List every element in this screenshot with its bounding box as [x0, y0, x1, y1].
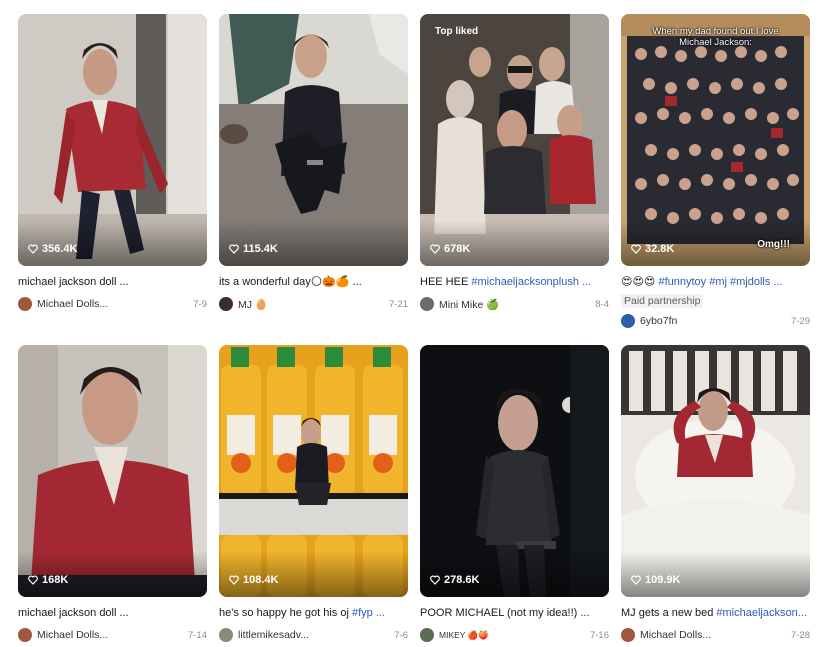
author-row[interactable]: MJ 🥚 7-21 — [219, 296, 408, 312]
video-overlay-text: Omg!!! — [757, 239, 790, 250]
avatar[interactable] — [18, 628, 32, 642]
post-date: 7-9 — [193, 298, 207, 310]
video-card[interactable]: 356.4K michael jackson doll ... Michael … — [18, 14, 207, 312]
post-date: 8-4 — [595, 298, 609, 310]
play-heart-icon — [631, 575, 641, 585]
post-date: 7-29 — [790, 315, 810, 327]
avatar[interactable] — [420, 297, 434, 311]
avatar[interactable] — [621, 628, 635, 642]
author-row[interactable]: littlemikesadv... 7-6 — [219, 627, 408, 643]
play-heart-icon — [430, 244, 440, 254]
hashtag-link[interactable]: #funnytoy #mj #mjdolls ... — [658, 276, 782, 288]
play-heart-icon — [28, 575, 38, 585]
author-row[interactable]: Mini Mike 🍏 8-4 — [420, 296, 609, 312]
hashtag-link[interactable]: #fyp ... — [352, 607, 385, 619]
paid-partnership-label: Paid partnership — [621, 294, 704, 308]
author-name[interactable]: littlemikesadv... — [238, 629, 309, 641]
video-thumbnail[interactable]: When my dad found out I love Michael Jac… — [621, 14, 810, 266]
author-row[interactable]: Michael Dolls... 7-28 — [621, 627, 810, 643]
play-heart-icon — [229, 244, 239, 254]
view-count: 109.9K — [631, 574, 680, 586]
video-thumbnail[interactable]: 115.4K — [219, 14, 408, 266]
video-caption[interactable]: its a wonderful day🌕🎃🍊 ... — [219, 274, 408, 290]
view-count: 168K — [28, 574, 68, 586]
play-heart-icon — [28, 244, 38, 254]
avatar[interactable] — [18, 297, 32, 311]
play-heart-icon — [430, 575, 440, 585]
author-name[interactable]: Mini Mike 🍏 — [439, 298, 499, 311]
video-thumbnail[interactable]: 356.4K — [18, 14, 207, 266]
hashtag-link[interactable]: #michaeljacksonplush ... — [471, 276, 591, 288]
video-overlay-text: When my dad found out I love Michael Jac… — [652, 26, 779, 48]
video-caption[interactable]: michael jackson doll ... — [18, 274, 207, 290]
video-caption[interactable]: MJ gets a new bed #michaeljackson... — [621, 605, 810, 621]
author-name[interactable]: MIKEY 🍎🍑 — [439, 630, 489, 641]
post-date: 7-21 — [388, 298, 408, 310]
avatar[interactable] — [621, 314, 635, 328]
video-card[interactable]: 278.6K POOR MICHAEL (not my idea!!) ... … — [420, 345, 609, 643]
video-thumbnail[interactable]: 278.6K — [420, 345, 609, 597]
author-row[interactable]: Michael Dolls... 7-9 — [18, 296, 207, 312]
video-thumbnail[interactable]: 168K — [18, 345, 207, 597]
video-card[interactable]: When my dad found out I love Michael Jac… — [621, 14, 810, 329]
post-date: 7-28 — [790, 629, 810, 641]
video-thumbnail[interactable]: Top liked 678K — [420, 14, 609, 266]
video-card[interactable]: 108.4K he's so happy he got his oj #fyp … — [219, 345, 408, 643]
top-liked-badge: Top liked — [435, 26, 479, 37]
avatar[interactable] — [219, 297, 233, 311]
video-caption[interactable]: 😍😍😍 #funnytoy #mj #mjdolls ... — [621, 274, 810, 290]
author-name[interactable]: MJ 🥚 — [238, 298, 268, 311]
view-count: 678K — [430, 243, 470, 255]
view-count: 108.4K — [229, 574, 278, 586]
video-card[interactable]: 115.4K its a wonderful day🌕🎃🍊 ... MJ 🥚 7… — [219, 14, 408, 312]
author-row[interactable]: MIKEY 🍎🍑 7-16 — [420, 627, 609, 643]
video-thumbnail[interactable]: 109.9K — [621, 345, 810, 597]
avatar[interactable] — [420, 628, 434, 642]
video-caption[interactable]: michael jackson doll ... — [18, 605, 207, 621]
author-name[interactable]: Michael Dolls... — [37, 629, 108, 641]
view-count: 32.8K — [631, 243, 674, 255]
play-heart-icon — [229, 575, 239, 585]
post-date: 7-16 — [589, 629, 609, 641]
video-card[interactable]: Top liked 678K HEE HEE #michaeljacksonpl… — [420, 14, 609, 312]
author-row[interactable]: Michael Dolls... 7-14 — [18, 627, 207, 643]
view-count: 115.4K — [229, 243, 278, 255]
view-count: 278.6K — [430, 574, 479, 586]
author-name[interactable]: Michael Dolls... — [37, 298, 108, 310]
author-name[interactable]: 6ybo7fn — [640, 315, 677, 327]
video-card[interactable]: 109.9K MJ gets a new bed #michaeljackson… — [621, 345, 810, 643]
post-date: 7-6 — [394, 629, 408, 641]
author-name[interactable]: Michael Dolls... — [640, 629, 711, 641]
author-row[interactable]: 6ybo7fn 7-29 — [621, 313, 810, 329]
video-caption[interactable]: POOR MICHAEL (not my idea!!) ... — [420, 605, 609, 621]
video-caption[interactable]: he's so happy he got his oj #fyp ... — [219, 605, 408, 621]
video-caption[interactable]: HEE HEE #michaeljacksonplush ... — [420, 274, 609, 290]
video-card[interactable]: 168K michael jackson doll ... Michael Do… — [18, 345, 207, 643]
avatar[interactable] — [219, 628, 233, 642]
view-count: 356.4K — [28, 243, 77, 255]
post-date: 7-14 — [187, 629, 207, 641]
video-thumbnail[interactable]: 108.4K — [219, 345, 408, 597]
hashtag-link[interactable]: #michaeljackson... — [716, 607, 807, 619]
play-heart-icon — [631, 244, 641, 254]
